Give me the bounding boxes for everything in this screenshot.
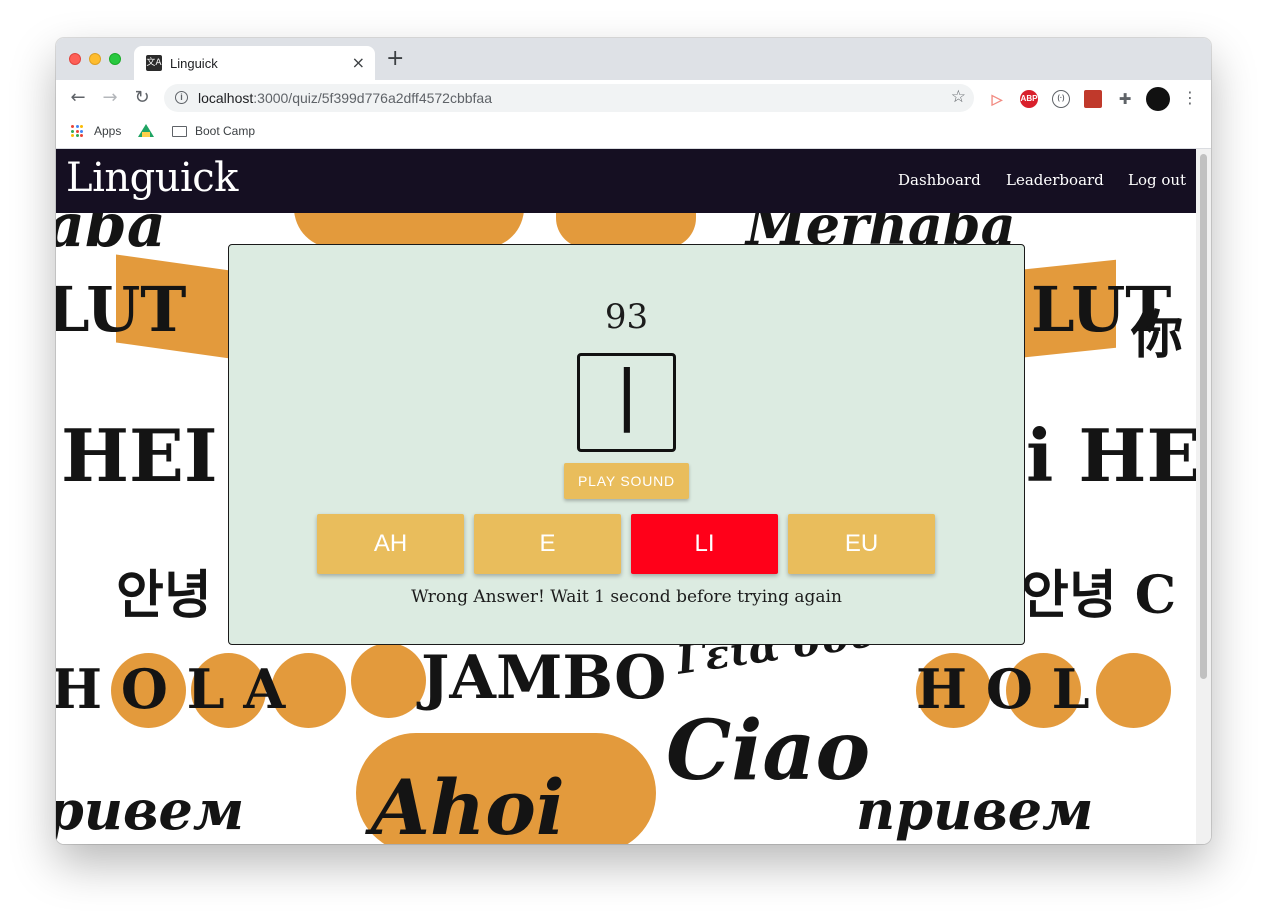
answer-option[interactable]: E [474,514,621,574]
wallpaper-word: H O L A [56,657,286,721]
browser-window: 文A Linguick × + ← → ↻ i localhost:3000/q… [56,38,1211,844]
maximize-window-button[interactable] [109,53,121,65]
nav-dashboard[interactable]: Dashboard [898,171,981,189]
close-tab-icon[interactable]: × [352,53,365,72]
page-scrollbar[interactable] [1196,149,1211,844]
wallpaper-word: 안녕 C [1021,565,1177,626]
wallpaper-word: привем [856,778,1094,842]
profile-avatar[interactable] [1146,87,1170,111]
bookmark-star-icon[interactable]: ☆ [951,87,966,107]
scrollbar-thumb[interactable] [1200,154,1207,679]
wallpaper-word: Ahoi [371,763,565,844]
wallpaper-word: JAMBO [421,643,667,713]
adblock-plus-icon[interactable]: ABP [1020,90,1038,108]
app-navbar: Linguick Dashboard Leaderboard Log out [56,149,1196,213]
browser-toolbar: ← → ↻ i localhost:3000/quiz/5f399d776a2d… [56,80,1211,116]
url-host: localhost [198,90,254,106]
hangul-character: ㅣ [592,359,661,445]
wallpaper-word: Ciao [666,703,871,799]
reload-icon[interactable]: ↻ [130,86,154,110]
tab-strip: 文A Linguick × + [56,38,1211,80]
feedback-message: Wrong Answer! Wait 1 second before tryin… [411,587,842,607]
tab-linguick[interactable]: 文A Linguick × [134,46,375,80]
bookmark-apps[interactable]: Apps [94,124,121,138]
forward-arrow-icon[interactable]: → [98,86,122,110]
tab-title: Linguick [170,56,218,71]
wallpaper-blob [351,643,426,718]
translate-favicon-icon: 文A [146,55,162,71]
back-arrow-icon[interactable]: ← [66,86,90,110]
nav-logout[interactable]: Log out [1128,171,1186,189]
wallpaper-word: H O L [916,657,1090,721]
puzzle-extensions-icon[interactable]: ✚ [1116,90,1134,108]
answer-options: AH E LI EU [317,514,937,574]
answer-option[interactable]: AH [317,514,464,574]
brand-logo[interactable]: Linguick [66,155,238,201]
play-sound-button[interactable]: PLAY SOUND [564,463,689,499]
wallpaper-word: ривем [56,778,245,842]
quiz-card: 93 ㅣ PLAY SOUND AH E LI EU Wrong Answer!… [228,244,1025,645]
folder-icon[interactable] [172,126,187,137]
apps-grid-icon[interactable] [71,125,83,137]
answer-option[interactable]: EU [788,514,935,574]
site-info-icon[interactable]: i [175,91,188,104]
bookmarks-bar: Apps Boot Camp [56,116,1211,149]
wallpaper-word: LUT [56,273,187,346]
code-extension-icon[interactable]: (·) [1052,90,1070,108]
address-bar[interactable]: i localhost:3000/quiz/5f399d776a2dff4572… [164,84,974,112]
google-drive-icon[interactable] [138,124,154,137]
url-path: :3000/quiz/5f399d776a2dff4572cbbfaa [253,90,493,106]
cast-icon[interactable]: ▷ [988,90,1006,108]
wallpaper-word: 안녕 [116,565,212,626]
wallpaper-blob [1096,653,1171,728]
character-box: ㅣ [577,353,676,452]
close-window-button[interactable] [69,53,81,65]
wallpaper-word: aba [56,213,166,261]
wallpaper-word: i HEI [1026,413,1196,498]
wallpaper-blob [294,213,524,248]
bookmark-boot-camp[interactable]: Boot Camp [195,124,255,138]
wallpaper-blob [556,213,696,248]
answer-option-wrong[interactable]: LI [631,514,778,574]
nav-leaderboard[interactable]: Leaderboard [1006,171,1104,189]
page-viewport: aba Merhaba LUT LUT 你 HEI HE i HEI 안녕 안녕… [56,149,1196,844]
image-extension-icon[interactable] [1084,90,1102,108]
url-text[interactable]: localhost:3000/quiz/5f399d776a2dff4572cb… [198,90,492,106]
countdown-timer: 93 [604,297,649,337]
wallpaper-word: 你 [1131,305,1184,366]
minimize-window-button[interactable] [89,53,101,65]
menu-kebab-icon[interactable]: ⋮ [1178,86,1202,110]
new-tab-button[interactable]: + [386,48,404,70]
